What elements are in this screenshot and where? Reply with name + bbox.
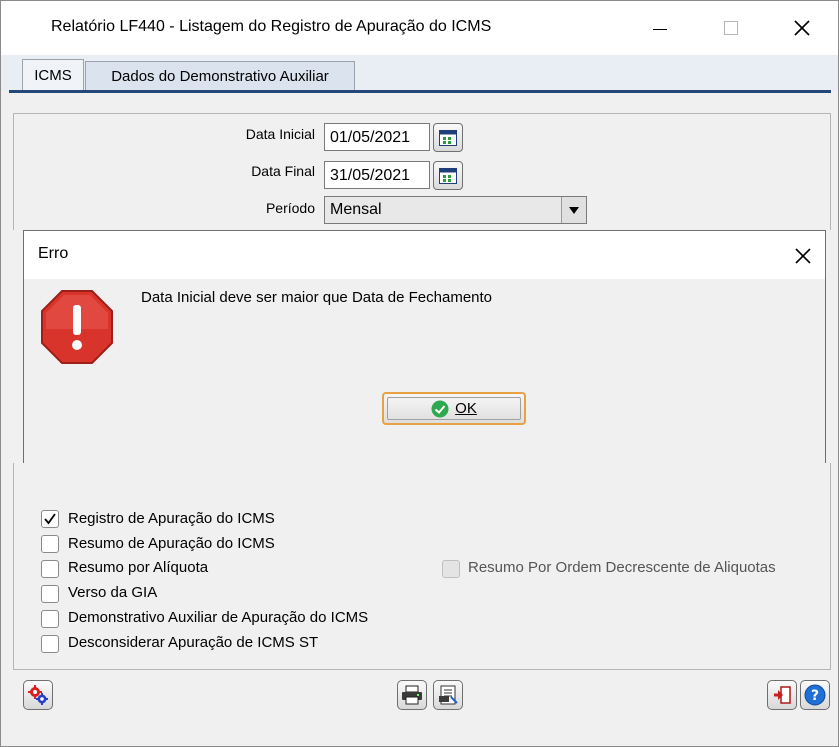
exit-button[interactable] [767,680,797,710]
checkbox-label[interactable]: Verso da GIA [68,584,157,601]
title-bar: Relatório LF440 - Listagem do Registro d… [1,1,838,55]
checkbox-label[interactable]: Resumo por Alíquota [68,559,208,576]
window-title: Relatório LF440 - Listagem do Registro d… [51,18,492,35]
exit-icon [774,686,791,704]
data-final-input[interactable]: 31/05/2021 [324,161,430,189]
main-window: Relatório LF440 - Listagem do Registro d… [0,0,839,747]
calendar-icon [439,167,457,184]
checkbox-verso-gia[interactable] [41,585,59,603]
dialog-message: Data Inicial deve ser maior que Data de … [141,289,493,306]
print-setup-button[interactable] [433,680,463,710]
calendar-icon [439,129,457,146]
tab-underline [9,90,831,93]
tab-label: ICMS [34,67,72,84]
data-inicial-label: Data Inicial [245,126,315,142]
data-final-label: Data Final [251,163,315,179]
checkmark-icon [44,513,56,525]
chevron-down-icon[interactable] [561,197,586,223]
help-button[interactable]: ? [800,680,830,710]
ok-button[interactable]: OK [382,392,526,425]
dialog-title: Erro [38,245,69,262]
data-final-calendar-button[interactable] [433,161,463,190]
gears-icon [28,685,48,705]
dialog-close-button[interactable] [788,241,818,271]
tab-dados-demonstrativo[interactable]: Dados do Demonstrativo Auxiliar [85,61,355,90]
checkbox-label-disabled: Resumo Por Ordem Decrescente de Aliquota… [468,559,776,576]
checkbox-label[interactable]: Resumo de Apuração do ICMS [68,535,275,552]
maximize-icon [724,21,738,35]
error-stop-icon [41,290,113,364]
periodo-label: Período [265,200,315,216]
data-inicial-input[interactable]: 01/05/2021 [324,123,430,151]
checkbox-resumo-aliquota[interactable] [41,560,59,578]
error-dialog: Erro Data Inicial deve ser maior que Dat… [23,230,826,464]
checkbox-label[interactable]: Registro de Apuração do ICMS [68,510,275,527]
tab-label: Dados do Demonstrativo Auxiliar [111,67,329,85]
close-icon [794,20,810,36]
checkbox-resumo-ordem-decrescente [442,560,460,578]
checkbox-desconsiderar-st[interactable] [41,635,59,653]
printer-icon [402,685,422,705]
checkbox-registro-apuracao[interactable] [41,510,59,528]
svg-text:?: ? [811,688,819,704]
checkbox-resumo-apuracao[interactable] [41,535,59,553]
print-button[interactable] [397,680,427,710]
checkbox-demonstrativo-auxiliar[interactable] [41,610,59,628]
maximize-button[interactable] [711,9,751,47]
checkbox-label[interactable]: Demonstrativo Auxiliar de Apuração do IC… [68,609,368,626]
data-inicial-calendar-button[interactable] [433,123,463,152]
periodo-select[interactable]: Mensal [324,196,587,224]
help-icon: ? [804,684,826,706]
minimize-icon [653,28,667,30]
process-button[interactable] [23,680,53,710]
dialog-title-bar: Erro [24,231,825,279]
close-icon [795,248,811,264]
minimize-button[interactable] [640,9,680,47]
close-button[interactable] [782,9,822,47]
checkbox-label[interactable]: Desconsiderar Apuração de ICMS ST [68,634,318,651]
print-setup-icon [439,685,458,705]
periodo-value: Mensal [330,201,382,218]
tab-icms[interactable]: ICMS [22,59,84,91]
